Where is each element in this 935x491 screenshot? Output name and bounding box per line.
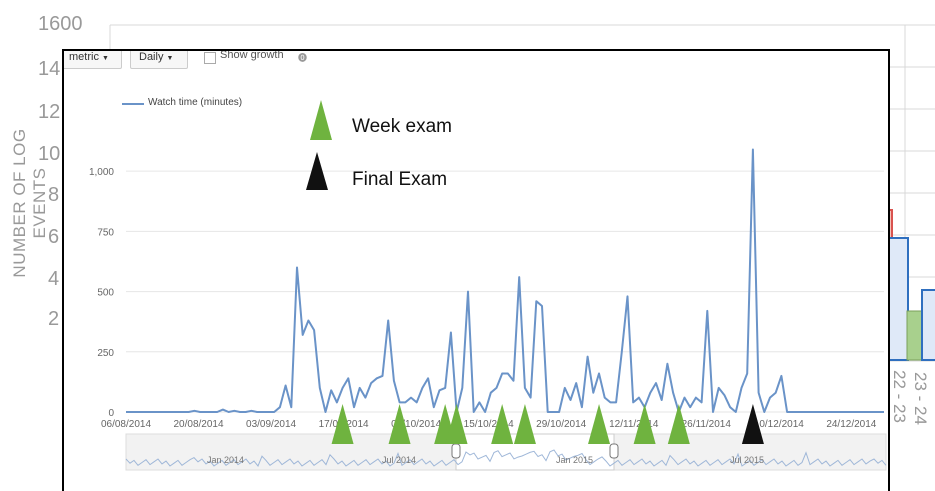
overview-label: Jul 2014	[382, 455, 417, 465]
y-tick-label: 500	[97, 288, 114, 299]
background-xtick: 23 - 24	[911, 372, 930, 425]
y-tick-label: 1,000	[89, 167, 114, 178]
overview-label: Jul 2015	[730, 455, 765, 465]
overview-label: Jan 2015	[556, 455, 594, 465]
background-bar-blue-2	[921, 289, 935, 361]
background-ytick: 14	[38, 58, 61, 80]
x-tick-label: 20/08/2014	[174, 419, 224, 430]
y-tick-label: 0	[108, 408, 114, 419]
overview-label: Jan 2014	[207, 455, 245, 465]
watch-time-chart-panel: metric ▼ Daily ▼ Show growth ⓿ 0 250 500 75…	[62, 49, 890, 491]
background-xtick: 22 - 23	[890, 370, 909, 423]
x-tick-label: 10/12/2014	[754, 419, 804, 430]
x-tick-label: 26/11/2014	[682, 419, 732, 430]
x-tick-label: 12/11/2014	[609, 419, 659, 430]
x-tick-label: 29/10/2014	[536, 419, 586, 430]
background-ytick: 6	[48, 226, 60, 248]
y-axis-ticks: 0 250 500 750 1,000	[89, 167, 114, 419]
x-tick-label: 24/12/2014	[826, 419, 876, 430]
week-exam-marker	[588, 404, 611, 444]
background-ytick: 2	[48, 308, 60, 330]
overview-drag-handle[interactable]	[609, 443, 619, 459]
watch-time-plot: 0 250 500 750 1,000 06/08/2014 20/08/2014 03/0…	[89, 100, 887, 471]
y-tick-label: 750	[97, 227, 114, 238]
x-tick-label: 03/09/2014	[246, 419, 296, 430]
final-exam-label: Final Exam	[352, 169, 448, 190]
week-exam-key-marker	[310, 100, 332, 140]
week-exam-label: Week exam	[352, 116, 452, 137]
watch-time-line	[126, 148, 884, 413]
background-ytick: 4	[48, 268, 60, 290]
background-ytick-top: 1600	[38, 13, 83, 35]
background-ytick: 12	[38, 101, 61, 123]
week-exam-marker	[513, 404, 536, 444]
background-y-axis-label: NUMBER OF LOG EVENTS	[10, 128, 49, 278]
background-ytick: 10	[38, 143, 61, 165]
overview-drag-handle[interactable]	[451, 443, 461, 459]
x-axis-ticks: 06/08/201420/08/201403/09/201417/09/2014…	[101, 419, 877, 430]
legend-label: Watch time (minutes)	[148, 97, 243, 108]
plot-grid	[126, 170, 884, 413]
background-bar-green	[906, 310, 924, 361]
annotation-key	[306, 100, 332, 190]
x-tick-label: 06/08/2014	[101, 419, 151, 430]
y-tick-label: 250	[97, 348, 114, 359]
background-ytick: 8	[48, 184, 60, 206]
watch-time-series	[126, 148, 884, 413]
